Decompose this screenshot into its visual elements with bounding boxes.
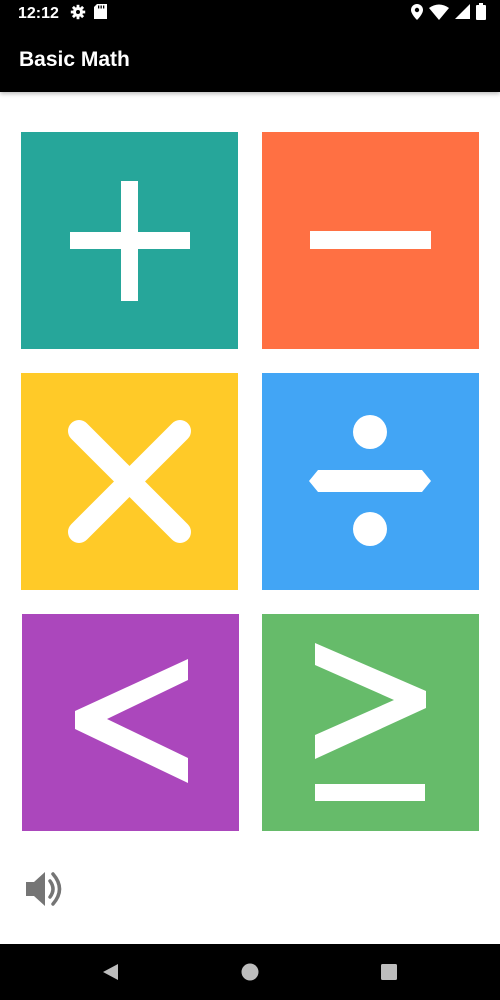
home-button[interactable] [236,958,264,986]
status-bar: 12:12 [0,0,500,28]
recent-apps-icon [381,964,397,980]
gear-icon [70,4,86,25]
divide-icon [309,415,431,546]
plus-icon [70,181,190,301]
subtraction-tile[interactable] [262,132,479,349]
greater-equal-icon [315,642,426,801]
volume-icon [26,872,62,906]
back-button[interactable] [96,958,124,986]
division-tile[interactable] [262,373,479,590]
battery-icon [476,3,486,25]
app-bar: Basic Math [0,28,500,92]
signal-icon [455,4,470,24]
location-icon [411,3,423,25]
addition-tile[interactable] [21,132,238,349]
less-than-tile[interactable] [22,614,239,831]
recent-apps-button[interactable] [375,958,403,986]
back-icon [103,964,118,980]
navigation-bar [0,944,500,1000]
less-than-icon [74,658,188,783]
app-title: Basic Math [19,48,130,71]
multiplication-tile[interactable] [21,373,238,590]
wifi-icon [429,4,449,25]
status-time: 12:12 [18,5,59,22]
home-icon [241,963,259,981]
times-icon [68,420,191,543]
sound-toggle-button[interactable] [20,866,68,912]
greater-equal-tile[interactable] [262,614,479,831]
sd-card-icon [94,4,107,24]
minus-icon [310,231,431,249]
screen: 12:12 Basic Math [0,0,500,1000]
